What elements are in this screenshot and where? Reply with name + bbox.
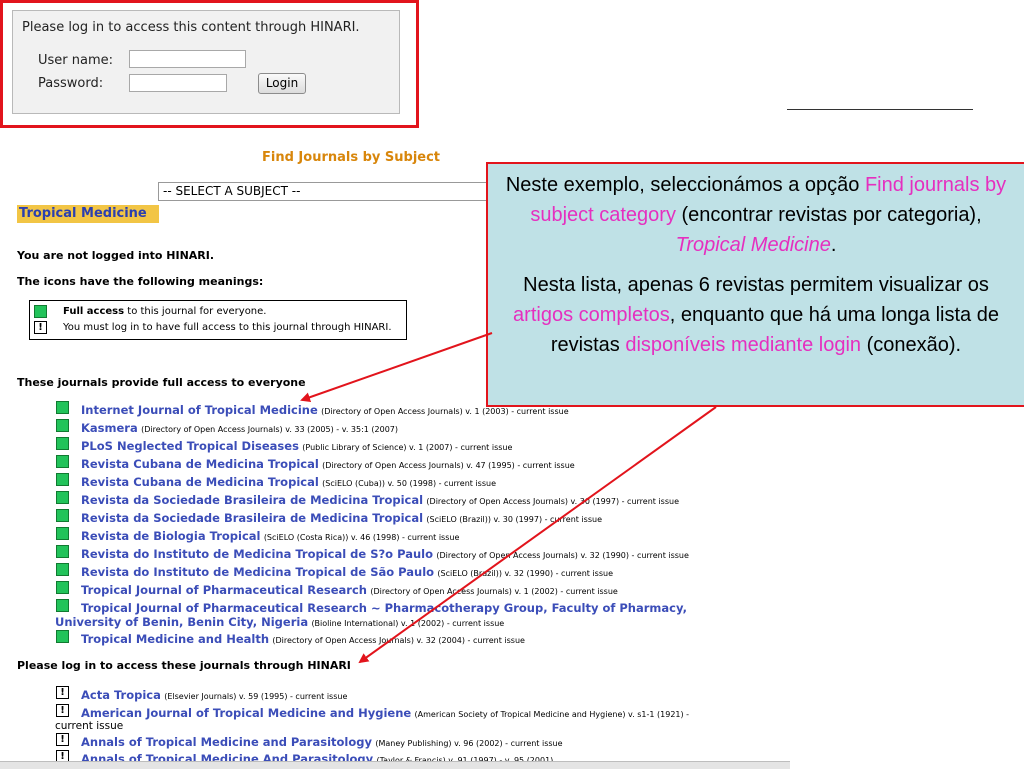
annotation-arrows xyxy=(300,332,717,664)
red-arrow-icon xyxy=(300,332,493,403)
red-arrow-icon xyxy=(358,406,717,664)
